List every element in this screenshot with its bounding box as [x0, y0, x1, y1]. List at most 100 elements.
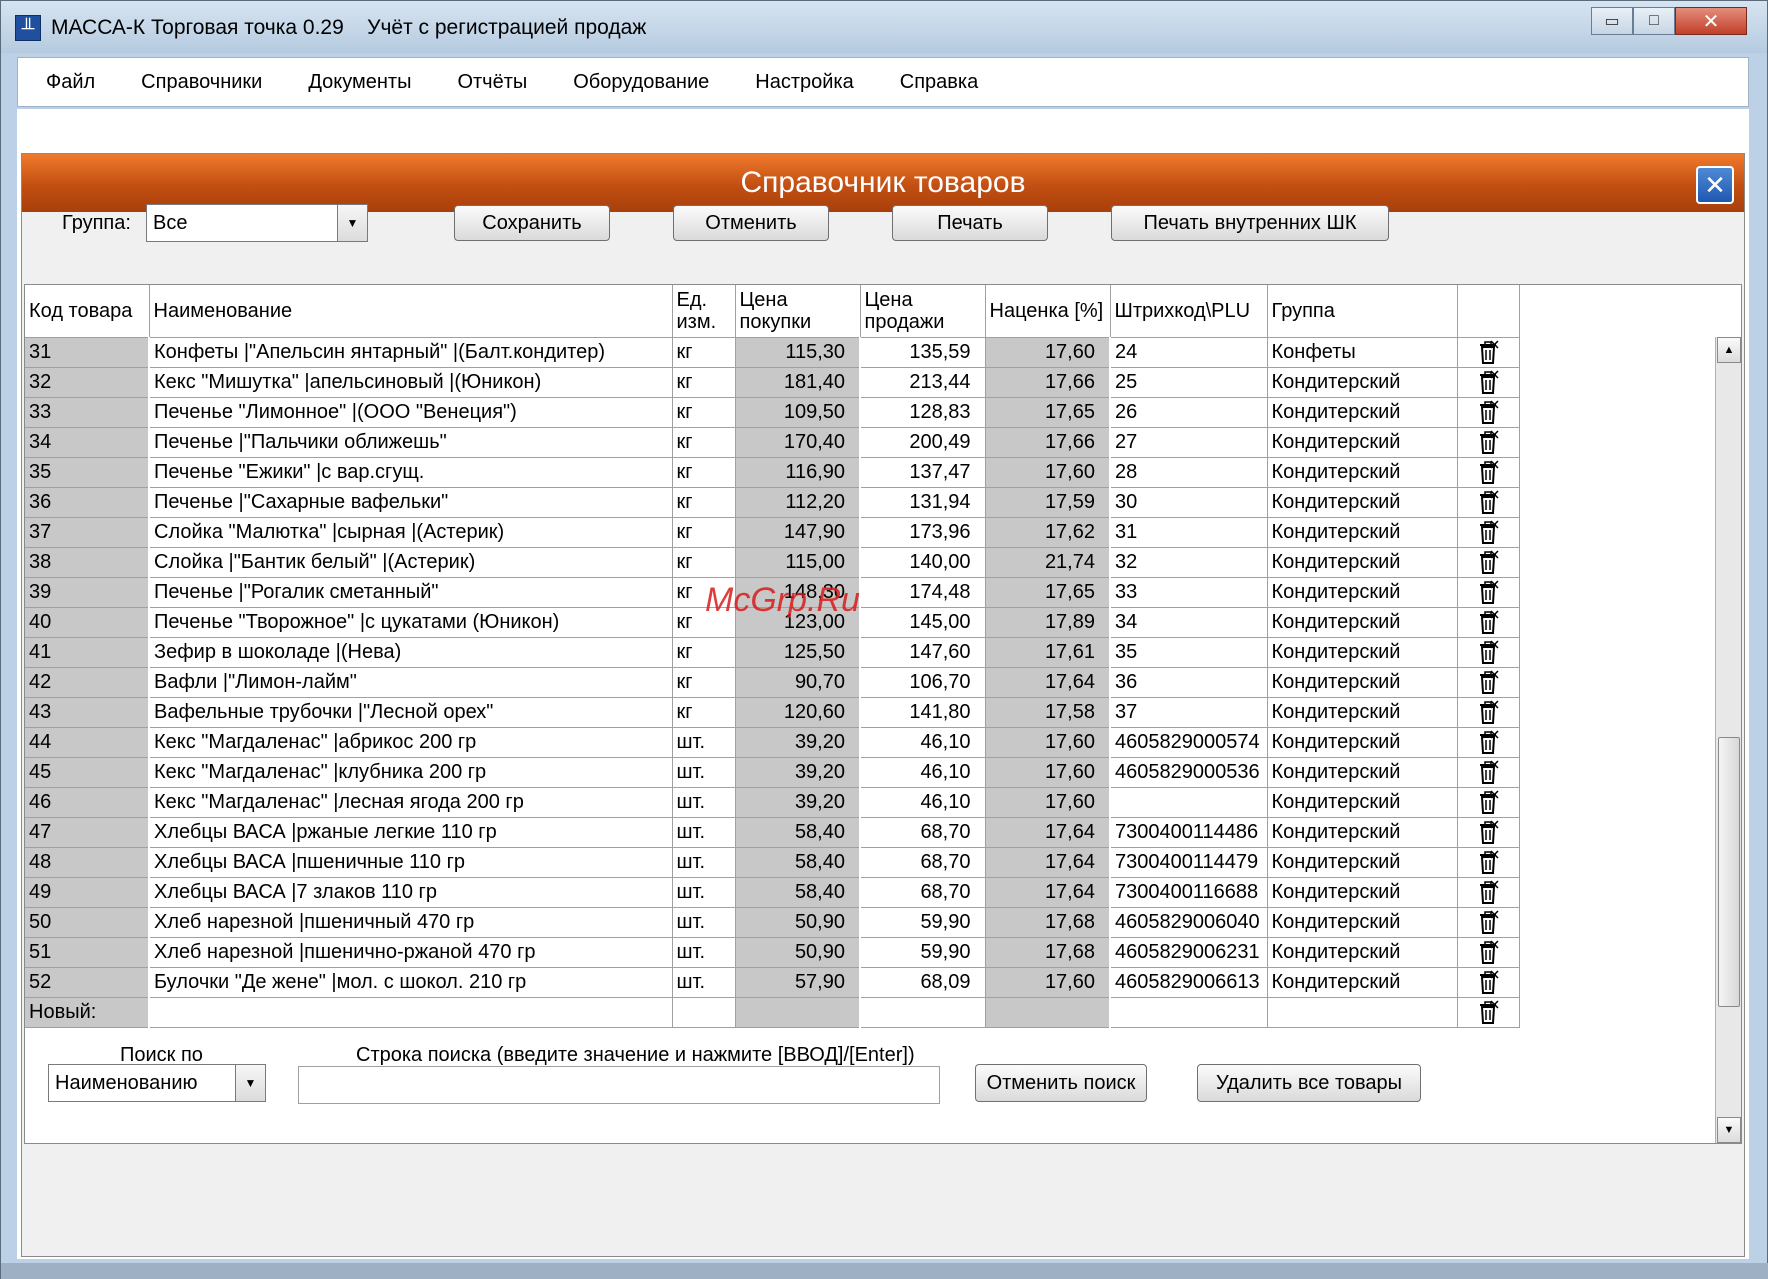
cell-barcode[interactable]: 31 — [1110, 517, 1268, 548]
delete-row-button[interactable] — [1457, 337, 1520, 368]
delete-row-button[interactable] — [1457, 397, 1520, 428]
cell-group[interactable]: Кондитерский — [1267, 907, 1458, 938]
table-row[interactable]: 52 Булочки "Де жене" |мол. с шокол. 210 г… — [25, 967, 1520, 998]
delete-row-button[interactable] — [1457, 997, 1520, 1028]
cancel-button[interactable]: Отменить — [673, 205, 829, 241]
cell-name[interactable]: Хлебцы ВАСА |ржаные легкие 110 гр — [149, 817, 673, 848]
cell-code[interactable]: 32 — [25, 367, 150, 398]
cell-buy-price[interactable]: 39,20 — [735, 727, 861, 758]
cell-code[interactable]: 41 — [25, 637, 150, 668]
cell-buy-price[interactable]: 125,50 — [735, 637, 861, 668]
title-bar[interactable]: ╨ МАССА-К Торговая точка 0.29 Учёт с рег… — [1, 1, 1767, 53]
cell-group[interactable]: Кондитерский — [1267, 367, 1458, 398]
table-row[interactable]: 48 Хлебцы ВАСА |пшеничные 110 гр шт. 58,40 6… — [25, 847, 1520, 878]
delete-row-button[interactable] — [1457, 967, 1520, 998]
delete-all-products-button[interactable]: Удалить все товары — [1197, 1064, 1421, 1102]
cell-buy-price[interactable]: 90,70 — [735, 667, 861, 698]
cell-barcode[interactable]: 26 — [1110, 397, 1268, 428]
cell-name[interactable]: Кекс "Магдаленас" |клубника 200 гр — [149, 757, 673, 788]
cell-unit[interactable]: шт. — [672, 967, 736, 998]
cell-sell-price[interactable]: 59,90 — [860, 937, 986, 968]
table-row[interactable]: 32 Кекс "Мишутка" |апельсиновый |(Юникон)… — [25, 367, 1520, 398]
cell-markup[interactable]: 17,64 — [985, 847, 1111, 878]
delete-row-button[interactable] — [1457, 637, 1520, 668]
cell-name[interactable]: Печенье |"Сахарные вафельки" — [149, 487, 673, 518]
cell-markup[interactable]: 17,58 — [985, 697, 1111, 728]
cell-group[interactable]: Кондитерский — [1267, 967, 1458, 998]
cell-code[interactable]: 51 — [25, 937, 150, 968]
cell-markup[interactable]: 17,65 — [985, 577, 1111, 608]
cell-buy-price[interactable]: 112,20 — [735, 487, 861, 518]
cell-group[interactable]: Кондитерский — [1267, 817, 1458, 848]
menu-equipment[interactable]: Оборудование — [573, 71, 709, 94]
cell-buy-price[interactable]: 58,40 — [735, 877, 861, 908]
table-row[interactable]: 31 Конфеты |"Апельсин янтарный" |(Балт.ко… — [25, 337, 1520, 368]
cell-name[interactable]: Конфеты |"Апельсин янтарный" |(Балт.конд… — [149, 337, 673, 368]
table-row[interactable]: 50 Хлеб нарезной |пшеничный 470 гр шт. 50,9… — [25, 907, 1520, 938]
cell-barcode[interactable] — [1110, 997, 1268, 1028]
cell-name[interactable] — [149, 997, 673, 1028]
cell-code[interactable]: 38 — [25, 547, 150, 578]
cell-name[interactable]: Зефир в шоколаде |(Нева) — [149, 637, 673, 668]
menu-directories[interactable]: Справочники — [141, 71, 262, 94]
cell-sell-price[interactable]: 131,94 — [860, 487, 986, 518]
cell-unit[interactable]: кг — [672, 457, 736, 488]
cell-code[interactable]: 45 — [25, 757, 150, 788]
cell-barcode[interactable]: 30 — [1110, 487, 1268, 518]
cell-markup[interactable]: 17,64 — [985, 817, 1111, 848]
cell-markup[interactable]: 17,59 — [985, 487, 1111, 518]
cell-buy-price[interactable]: 50,90 — [735, 937, 861, 968]
group-select[interactable]: Все ▼ — [146, 204, 368, 242]
menu-reports[interactable]: Отчёты — [457, 71, 527, 94]
cell-buy-price[interactable]: 39,20 — [735, 787, 861, 818]
cell-group[interactable]: Кондитерский — [1267, 727, 1458, 758]
menu-settings[interactable]: Настройка — [755, 71, 853, 94]
cell-name[interactable]: Печенье |"Пальчики оближешь" — [149, 427, 673, 458]
cell-group[interactable]: Кондитерский — [1267, 757, 1458, 788]
vertical-scrollbar[interactable]: ▲ ▼ — [1715, 337, 1741, 1143]
delete-row-button[interactable] — [1457, 787, 1520, 818]
cell-unit[interactable]: кг — [672, 337, 736, 368]
menu-help[interactable]: Справка — [900, 71, 978, 94]
cell-barcode[interactable]: 4605829000574 — [1110, 727, 1268, 758]
cell-buy-price[interactable]: 39,20 — [735, 757, 861, 788]
cell-buy-price[interactable]: 120,60 — [735, 697, 861, 728]
delete-row-button[interactable] — [1457, 877, 1520, 908]
cell-markup[interactable]: 17,89 — [985, 607, 1111, 638]
delete-row-button[interactable] — [1457, 697, 1520, 728]
cell-sell-price[interactable]: 46,10 — [860, 787, 986, 818]
table-row[interactable]: 36 Печенье |"Сахарные вафельки" кг 112,20 13… — [25, 487, 1520, 518]
column-header-name[interactable]: Наименование — [149, 285, 673, 338]
cell-group[interactable]: Кондитерский — [1267, 457, 1458, 488]
cell-group[interactable]: Кондитерский — [1267, 787, 1458, 818]
cell-name[interactable]: Хлеб нарезной |пшеничный 470 гр — [149, 907, 673, 938]
cell-group[interactable]: Кондитерский — [1267, 667, 1458, 698]
cell-code[interactable]: 31 — [25, 337, 150, 368]
cell-barcode[interactable]: 24 — [1110, 337, 1268, 368]
column-header-code[interactable]: Код товара — [25, 285, 150, 338]
table-row[interactable]: 34 Печенье |"Пальчики оближешь" кг 170,40 20… — [25, 427, 1520, 458]
delete-row-button[interactable] — [1457, 577, 1520, 608]
cell-code[interactable]: 43 — [25, 697, 150, 728]
cell-sell-price[interactable]: 106,70 — [860, 667, 986, 698]
cell-sell-price[interactable]: 200,49 — [860, 427, 986, 458]
delete-row-button[interactable] — [1457, 457, 1520, 488]
chevron-down-icon[interactable]: ▼ — [235, 1065, 265, 1101]
cell-barcode[interactable]: 4605829000536 — [1110, 757, 1268, 788]
cell-code[interactable]: 48 — [25, 847, 150, 878]
cell-sell-price[interactable]: 137,47 — [860, 457, 986, 488]
cell-unit[interactable]: шт. — [672, 817, 736, 848]
cell-group[interactable] — [1267, 997, 1458, 1028]
cell-code[interactable]: 52 — [25, 967, 150, 998]
cell-unit[interactable]: кг — [672, 637, 736, 668]
cell-markup[interactable] — [985, 997, 1111, 1028]
cell-sell-price[interactable]: 174,48 — [860, 577, 986, 608]
cell-name[interactable]: Слойка |"Бантик белый" |(Астерик) — [149, 547, 673, 578]
cell-code[interactable]: Новый: — [25, 997, 150, 1028]
cell-unit[interactable]: кг — [672, 697, 736, 728]
cell-barcode[interactable]: 27 — [1110, 427, 1268, 458]
cell-barcode[interactable]: 4605829006040 — [1110, 907, 1268, 938]
cell-barcode[interactable]: 7300400116688 — [1110, 877, 1268, 908]
cell-group[interactable]: Кондитерский — [1267, 517, 1458, 548]
cell-buy-price[interactable]: 170,40 — [735, 427, 861, 458]
